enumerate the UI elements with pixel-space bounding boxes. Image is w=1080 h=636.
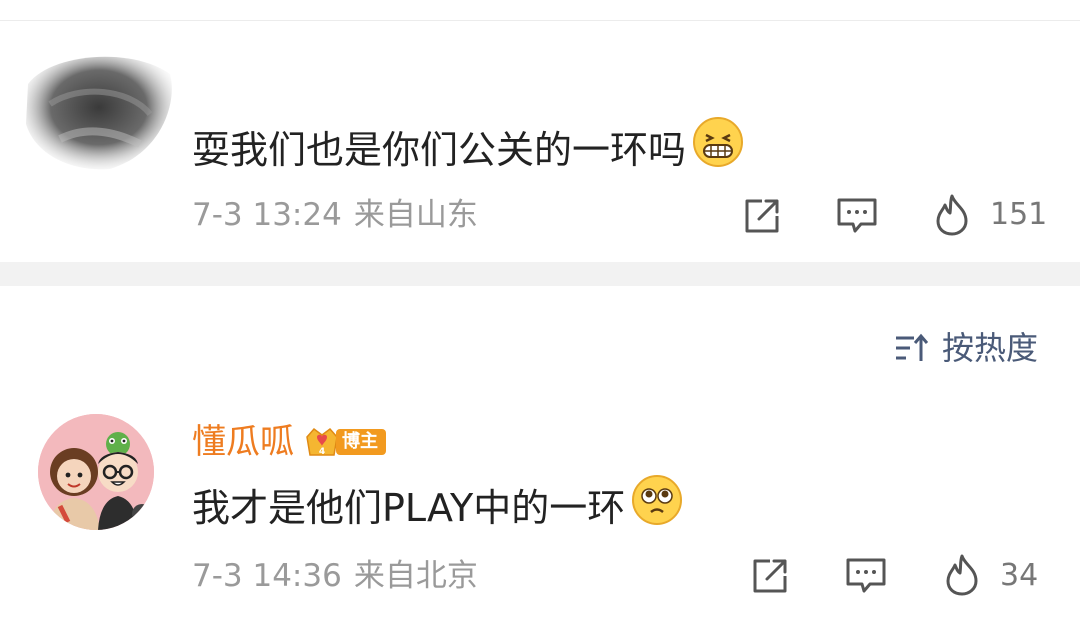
sort-toggle[interactable]: 按热度 [894,326,1038,370]
comment-meta: 7-3 14:36 来自北京 [192,556,478,596]
share-button[interactable] [748,554,792,598]
creator-badge[interactable]: 4 博主 [304,426,386,458]
sort-icon [895,333,928,361]
grinning-face-emoji [692,116,744,183]
comment-text: 耍我们也是你们公关的一环吗 [192,116,744,183]
like-count: 151 [990,197,1048,232]
location: 来自北京 [353,558,478,594]
badge-label: 博主 [336,429,386,455]
fire-like-icon [946,554,978,596]
author-row: 懂瓜呱 4 博主 [192,420,386,464]
share-button[interactable] [740,194,784,238]
comment-feed: 耍我们也是你们公关的一环吗 7-3 13:24 来自山东 151 按热度 懂瓜呱… [0,0,1080,636]
comment-body: 耍我们也是你们公关的一环吗 [192,127,687,172]
share-icon [753,559,787,593]
share-icon [745,199,779,233]
sort-label: 按热度 [941,329,1038,367]
timestamp: 7-3 14:36 [192,558,342,594]
section-separator [0,262,1080,286]
comment-icon [846,558,886,593]
like-button[interactable] [932,192,972,238]
avatar[interactable] [38,414,154,530]
comment-body: 我才是他们PLAY中的一环 [192,485,626,530]
reply-button[interactable] [843,554,889,598]
pleading-face-emoji [631,474,683,541]
reply-button[interactable] [834,194,880,238]
comment-text: 我才是他们PLAY中的一环 [192,474,683,541]
crown-icon: 4 [306,427,338,457]
comment-icon [837,198,877,233]
location: 来自山东 [353,197,478,233]
like-button[interactable] [942,552,982,598]
username[interactable]: 懂瓜呱 [192,420,294,464]
timestamp: 7-3 13:24 [192,197,342,233]
comment-meta: 7-3 13:24 来自山东 [192,195,478,235]
fire-like-icon [936,194,968,236]
badge-level: 4 [319,447,325,457]
like-count: 34 [1000,558,1039,593]
avatar[interactable] [20,44,180,174]
top-divider [0,20,1080,21]
